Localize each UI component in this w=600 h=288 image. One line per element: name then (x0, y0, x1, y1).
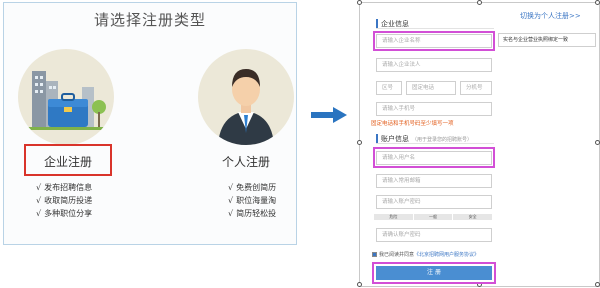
list-item: √ 多种职位分享 (36, 209, 93, 218)
phone-warning-text: 固定电话和手机号码至少填写一项 (371, 121, 454, 127)
page-title: 请选择注册类型 (93, 11, 206, 29)
check-icon: √ (228, 196, 234, 205)
resize-handle[interactable] (357, 140, 362, 145)
personal-register-option[interactable]: 个人注册 (198, 153, 294, 170)
mobile-input[interactable]: 请输入手机号 (376, 102, 492, 116)
submit-highlight (372, 262, 496, 284)
agree-checkbox[interactable] (372, 252, 377, 257)
list-item: √ 发布招聘信息 (36, 183, 93, 192)
strength-strong: 安全 (453, 214, 493, 220)
resize-handle[interactable] (477, 0, 482, 5)
list-item: √ 收取简历投递 (36, 196, 93, 205)
personal-illustration[interactable] (198, 49, 294, 145)
enterprise-feature-list: √ 发布招聘信息 √ 收取简历投递 √ 多种职位分享 (36, 181, 92, 220)
strength-medium: 一般 (413, 214, 453, 220)
registration-type-panel: 请选择注册类型 企业注册 个人注册 √ 发布招聘信息 √ 收取简历投递 √ 多种… (3, 2, 297, 245)
agree-label: 我已阅读并同意 (379, 252, 415, 258)
enterprise-illustration[interactable] (18, 49, 114, 145)
resize-handle[interactable] (357, 282, 362, 287)
username-highlight (373, 147, 495, 168)
agreement-row: 我已阅读并同意《北京招聘网用户服务协议》 (372, 251, 479, 258)
password-input[interactable]: 请输入账户密码 (376, 195, 492, 209)
service-agreement-link[interactable]: 《北京招聘网用户服务协议》 (414, 252, 479, 258)
switch-to-personal-link[interactable]: 切换为个人注册>> (520, 11, 581, 21)
check-icon: √ (36, 196, 42, 205)
enterprise-register-option[interactable]: 企业注册 (26, 153, 110, 170)
briefcase-building-icon (28, 71, 108, 130)
strength-weak: 危险 (374, 214, 413, 220)
resize-handle[interactable] (595, 282, 600, 287)
personal-feature-list: √ 免费创简历 √ 职位海量淘 √ 简历轻松投 (228, 181, 276, 220)
check-icon: √ (228, 183, 234, 192)
extension-input[interactable]: 分机号 (460, 81, 492, 95)
resize-handle[interactable] (357, 0, 362, 5)
divider (376, 28, 494, 29)
list-item: √ 免费创简历 (228, 183, 277, 192)
resize-handle[interactable] (595, 140, 600, 145)
check-icon: √ (36, 209, 42, 218)
right-arrow-icon (311, 107, 347, 123)
password-strength-meter: 危险 一般 安全 (374, 214, 493, 220)
check-icon: √ (36, 183, 42, 192)
email-input[interactable]: 请输入常用邮箱 (376, 174, 492, 188)
license-binding-button[interactable]: 实名与企业营业执照绑定一致 (498, 33, 596, 47)
list-item: √ 简历轻松投 (228, 209, 277, 218)
legal-person-input[interactable]: 请输入企业法人 (376, 58, 492, 72)
divider (376, 143, 494, 144)
check-icon: √ (228, 209, 234, 218)
area-code-input[interactable]: 区号 (376, 81, 402, 95)
confirm-password-input[interactable]: 请确认账户密码 (376, 228, 492, 242)
person-avatar-icon (218, 69, 274, 145)
company-name-highlight (373, 31, 495, 51)
list-item: √ 职位海量淘 (228, 196, 277, 205)
fixed-phone-input[interactable]: 固定电话 (406, 81, 456, 95)
resize-handle[interactable] (595, 0, 600, 5)
